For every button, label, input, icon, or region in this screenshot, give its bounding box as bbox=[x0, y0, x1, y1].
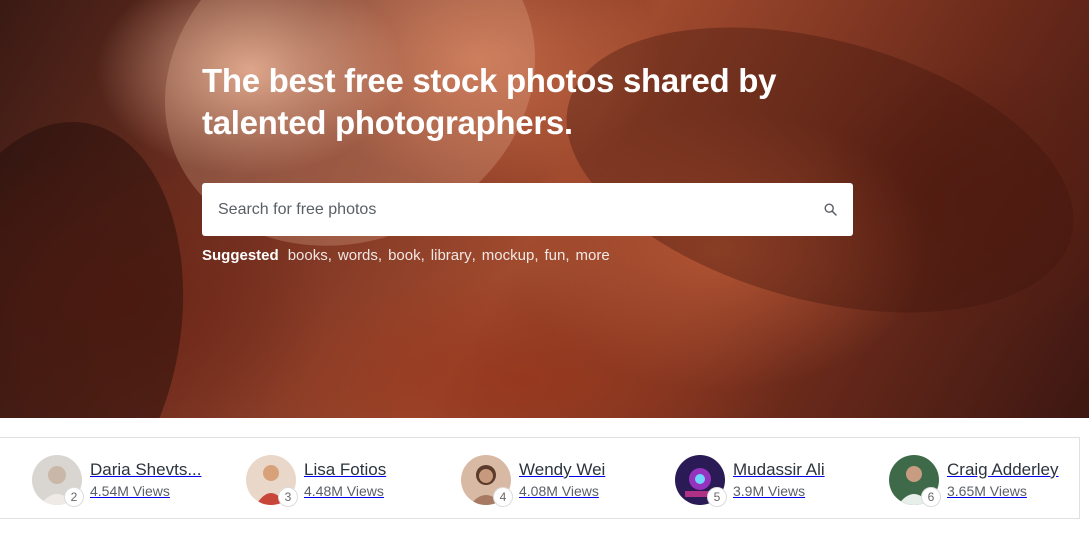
suggested-tag-words[interactable]: words bbox=[338, 247, 378, 264]
search-bar bbox=[202, 183, 853, 236]
leader-name: Wendy Wei bbox=[519, 460, 606, 479]
leader-name: Craig Adderley bbox=[947, 460, 1059, 479]
leader-item[interactable]: 6 Craig Adderley 3.65M Views bbox=[889, 455, 1059, 507]
tag-separator: , bbox=[377, 247, 383, 264]
leader-views: 3.9M Views bbox=[733, 483, 806, 499]
leader-info: Mudassir Ali 3.9M Views bbox=[733, 459, 825, 501]
suggested-more-link[interactable]: more bbox=[576, 247, 610, 264]
hero-banner: The best free stock photos shared by tal… bbox=[0, 0, 1089, 418]
leader-item[interactable]: 2 Daria Shevts... 4.54M Views bbox=[32, 455, 202, 507]
leader-name: Daria Shevts... bbox=[90, 460, 202, 479]
tag-separator: , bbox=[420, 247, 425, 264]
rank-badge: 3 bbox=[278, 487, 298, 507]
tag-separator: , bbox=[327, 247, 332, 264]
suggested-tag-mockup[interactable]: mockup bbox=[482, 247, 535, 264]
avatar-wrap: 6 bbox=[889, 455, 941, 507]
tag-separator: , bbox=[534, 247, 539, 264]
leader-info: Lisa Fotios 4.48M Views bbox=[304, 459, 386, 501]
leader-views: 3.65M Views bbox=[947, 483, 1027, 499]
hero-title: The best free stock photos shared by tal… bbox=[202, 62, 777, 141]
suggested-label: Suggested bbox=[202, 247, 279, 264]
suggested-tag-books[interactable]: books bbox=[288, 247, 328, 264]
tag-separator: , bbox=[565, 247, 570, 264]
rank-badge: 4 bbox=[493, 487, 513, 507]
tag-separator: , bbox=[471, 247, 476, 264]
leader-views: 4.54M Views bbox=[90, 483, 170, 499]
photographer-leaderboard: 2 Daria Shevts... 4.54M Views 3 Lisa Fot… bbox=[0, 437, 1080, 519]
search-button[interactable] bbox=[807, 183, 853, 236]
avatar-wrap: 3 bbox=[246, 455, 298, 507]
hero-background-shadow bbox=[535, 0, 1089, 363]
rank-badge: 6 bbox=[921, 487, 941, 507]
leader-info: Daria Shevts... 4.54M Views bbox=[90, 459, 202, 501]
rank-badge: 5 bbox=[707, 487, 727, 507]
leader-info: Wendy Wei 4.08M Views bbox=[519, 459, 605, 501]
avatar-wrap: 4 bbox=[461, 455, 513, 507]
leader-item[interactable]: 4 Wendy Wei 4.08M Views bbox=[461, 455, 605, 507]
leader-name: Mudassir Ali bbox=[733, 460, 825, 479]
search-input[interactable] bbox=[202, 183, 807, 236]
leader-views: 4.08M Views bbox=[519, 483, 599, 499]
leader-item[interactable]: 3 Lisa Fotios 4.48M Views bbox=[246, 455, 386, 507]
leader-name: Lisa Fotios bbox=[304, 460, 387, 479]
avatar-wrap: 2 bbox=[32, 455, 84, 507]
suggested-searches: Suggested books, words, book, library, m… bbox=[202, 247, 610, 264]
suggested-tag-book[interactable]: book bbox=[388, 247, 421, 264]
rank-badge: 2 bbox=[64, 487, 84, 507]
suggested-tag-library[interactable]: library bbox=[431, 247, 472, 264]
leader-item[interactable]: 5 Mudassir Ali 3.9M Views bbox=[675, 455, 825, 507]
suggested-tag-fun[interactable]: fun bbox=[545, 247, 566, 264]
leader-views: 4.48M Views bbox=[304, 483, 384, 499]
search-icon bbox=[823, 203, 837, 216]
leader-info: Craig Adderley 3.65M Views bbox=[947, 459, 1059, 501]
avatar-wrap: 5 bbox=[675, 455, 727, 507]
